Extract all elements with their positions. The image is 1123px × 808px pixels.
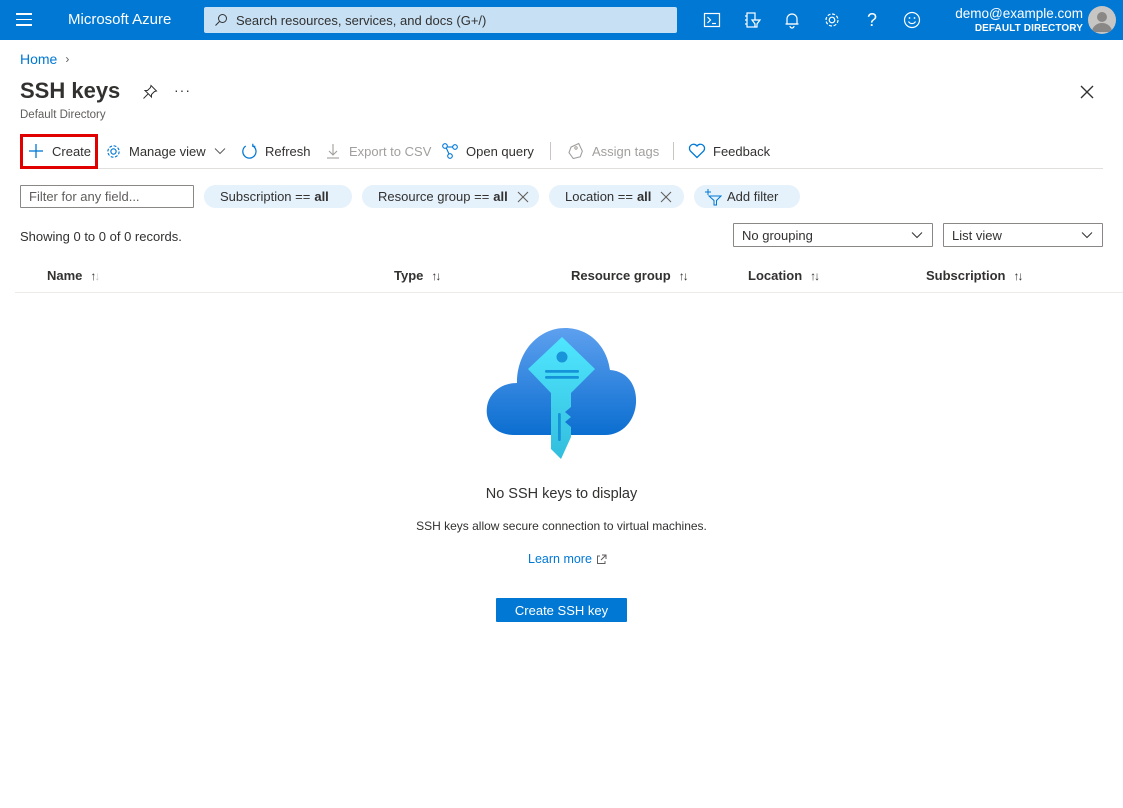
add-filter-label: Add filter — [727, 189, 779, 204]
add-filter-button[interactable]: Add filter — [694, 185, 800, 208]
grouping-value: No grouping — [742, 227, 813, 243]
feedback-smiley-icon[interactable] — [902, 10, 922, 30]
pin-icon[interactable] — [142, 84, 158, 100]
filter-pill-label: Location == — [565, 189, 633, 204]
global-search-input[interactable]: Search resources, services, and docs (G+… — [204, 7, 677, 33]
remove-filter-icon[interactable] — [517, 191, 529, 203]
filter-pill-label: Subscription == — [220, 189, 311, 204]
external-link-icon — [596, 554, 607, 564]
feedback-label: Feedback — [713, 143, 771, 159]
breadcrumb-home[interactable]: Home — [20, 51, 57, 67]
toolbar-divider — [550, 142, 551, 160]
empty-state-title: No SSH keys to display — [485, 486, 638, 502]
filter-input[interactable] — [20, 185, 194, 208]
open-query-label: Open query — [466, 143, 534, 159]
help-icon[interactable]: ? — [862, 10, 882, 30]
account-menu[interactable]: demo@example.com DEFAULT DIRECTORY — [955, 5, 1083, 35]
sort-icon: ↑↓ — [810, 268, 820, 283]
assign-tags-button[interactable]: Assign tags — [567, 134, 659, 168]
sort-icon: ↑↓ — [431, 268, 441, 283]
page-subtitle: Default Directory — [20, 109, 106, 121]
view-dropdown[interactable]: List view — [943, 223, 1103, 247]
records-count: Showing 0 to 0 of 0 records. — [20, 229, 182, 244]
column-header-resource-group[interactable]: Resource group ↑↓ — [571, 268, 689, 283]
create-ssh-key-button[interactable]: Create SSH key — [496, 598, 627, 622]
column-label: Resource group — [571, 268, 671, 283]
filter-pill-location[interactable]: Location == all — [549, 185, 684, 208]
close-icon[interactable] — [1079, 84, 1095, 100]
chevron-down-icon — [214, 148, 225, 155]
gear-icon — [104, 142, 122, 160]
create-button[interactable]: Create — [27, 134, 91, 168]
column-label: Location — [748, 268, 803, 283]
search-icon — [215, 14, 227, 26]
column-header-location[interactable]: Location ↑↓ — [748, 268, 820, 283]
query-icon — [441, 142, 459, 160]
sort-icon: ↑↓ — [678, 268, 689, 283]
column-header-type[interactable]: Type ↑↓ — [394, 268, 441, 283]
settings-icon[interactable] — [822, 10, 842, 30]
export-csv-label: Export to CSV — [349, 143, 432, 159]
learn-more-label: Learn more — [528, 552, 592, 566]
refresh-icon — [240, 142, 258, 160]
heart-icon — [688, 142, 706, 160]
plus-icon — [27, 142, 45, 160]
create-label: Create — [52, 143, 92, 159]
filter-pill-value: all — [314, 189, 329, 204]
table-header: Name ↑↓ Type ↑↓ Resource group ↑↓ Locati… — [15, 262, 1123, 293]
open-query-button[interactable]: Open query — [441, 134, 534, 168]
filter-pill-value: all — [493, 189, 508, 204]
assign-tags-label: Assign tags — [592, 143, 660, 159]
filter-pill-resource-group[interactable]: Resource group == all — [362, 185, 539, 208]
manage-view-label: Manage view — [129, 143, 206, 159]
hamburger-menu-icon[interactable] — [16, 13, 32, 27]
view-value: List view — [952, 227, 1002, 243]
toolbar-divider — [673, 142, 674, 160]
command-bar: Create Manage view Refresh Export to CSV… — [20, 134, 1103, 169]
add-filter-icon — [705, 188, 722, 205]
export-csv-button[interactable]: Export to CSV — [324, 134, 431, 168]
filter-pill-subscription[interactable]: Subscription == all — [204, 185, 352, 208]
avatar[interactable] — [1088, 6, 1116, 34]
breadcrumb: Home › — [20, 51, 69, 67]
more-options-icon[interactable]: ··· — [174, 82, 191, 98]
learn-more-link[interactable]: Learn more — [528, 552, 607, 566]
user-directory: DEFAULT DIRECTORY — [974, 23, 1083, 34]
column-label: Type — [394, 268, 424, 283]
tag-icon — [567, 142, 585, 160]
page-title: SSH keys — [20, 78, 121, 103]
chevron-right-icon: › — [65, 52, 70, 66]
empty-state-description: SSH keys allow secure connection to virt… — [416, 519, 707, 533]
cloud-shell-icon[interactable] — [702, 10, 722, 30]
column-header-name[interactable]: Name ↑↓ — [47, 268, 100, 283]
feedback-button[interactable]: Feedback — [688, 134, 770, 168]
download-icon — [324, 142, 342, 160]
sort-icon: ↑↓ — [90, 268, 100, 283]
search-placeholder: Search resources, services, and docs (G+… — [236, 12, 487, 28]
user-email: demo@example.com — [955, 6, 1083, 21]
chevron-down-icon — [911, 232, 923, 239]
sort-icon: ↑↓ — [1013, 268, 1023, 283]
directory-filter-icon[interactable] — [742, 10, 762, 30]
filter-pill-value: all — [636, 189, 652, 204]
top-navigation-bar: Microsoft Azure Search resources, servic… — [0, 0, 1123, 40]
column-label: Subscription — [926, 268, 1006, 283]
refresh-label: Refresh — [265, 143, 311, 159]
grouping-dropdown[interactable]: No grouping — [733, 223, 933, 247]
remove-filter-icon[interactable] — [660, 191, 672, 203]
cloud-key-icon — [486, 328, 637, 459]
filter-pill-label: Resource group == — [378, 189, 490, 204]
chevron-down-icon — [1081, 232, 1093, 239]
column-header-subscription[interactable]: Subscription ↑↓ — [926, 268, 1023, 283]
refresh-button[interactable]: Refresh — [240, 134, 311, 168]
notifications-icon[interactable] — [782, 10, 802, 30]
brand-name[interactable]: Microsoft Azure — [68, 11, 171, 28]
manage-view-button[interactable]: Manage view — [104, 134, 226, 168]
column-label: Name — [47, 268, 83, 283]
